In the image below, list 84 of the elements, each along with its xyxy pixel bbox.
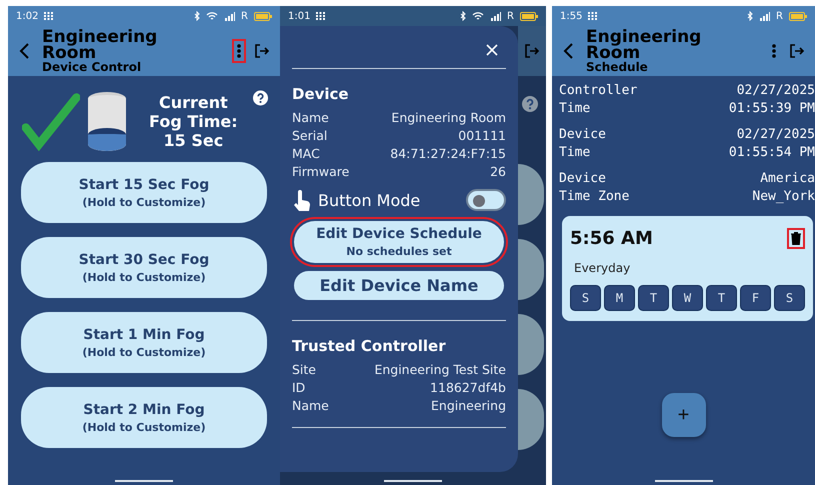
info-label: Time xyxy=(559,100,592,118)
battery-icon xyxy=(254,12,272,20)
network-label: R xyxy=(776,10,783,22)
bluetooth-icon xyxy=(747,11,754,21)
screen-subtitle: Schedule xyxy=(586,60,649,74)
info-label: MAC xyxy=(292,145,320,163)
signal-icon xyxy=(490,12,502,20)
signal-icon xyxy=(224,12,236,20)
fog-button[interactable]: Start 30 Sec Fog (Hold to Customize) xyxy=(21,237,267,298)
section-title: Device xyxy=(292,85,350,103)
info-value: 001111 xyxy=(458,127,506,145)
signal-icon xyxy=(759,12,770,20)
clock-time: 1:02 xyxy=(16,10,38,22)
close-icon[interactable] xyxy=(486,44,498,56)
edit-name-button[interactable]: Edit Device Name xyxy=(294,271,504,300)
screen-title: Engineering Room xyxy=(42,28,158,60)
fog-button[interactable]: Start 2 Min Fog (Hold to Customize) xyxy=(21,387,267,448)
battery-icon xyxy=(520,12,538,20)
info-value: 26 xyxy=(490,163,506,181)
logout-icon[interactable] xyxy=(524,43,540,59)
schedule-repeat: Everyday xyxy=(574,261,632,275)
clock-time: 1:01 xyxy=(288,10,310,22)
logout-icon[interactable] xyxy=(254,43,270,59)
day-toggle[interactable]: M xyxy=(604,285,635,311)
schedule-time: 5:56 AM xyxy=(570,228,653,249)
fog-button[interactable]: Start 1 Min Fog (Hold to Customize) xyxy=(21,312,267,373)
info-label: Device xyxy=(559,170,607,188)
clock-time: 1:55 xyxy=(560,10,582,22)
bluetooth-icon xyxy=(460,11,466,21)
day-toggle[interactable]: S xyxy=(570,285,601,311)
info-label: Site xyxy=(292,361,316,379)
hand-pointer-icon xyxy=(292,189,312,211)
dimmed-button-edge xyxy=(518,239,544,300)
toggle-label: Button Mode xyxy=(318,190,422,210)
button-mode-toggle[interactable] xyxy=(466,189,506,211)
battery-icon xyxy=(789,12,807,20)
fog-button[interactable]: Start 15 Sec Fog (Hold to Customize) xyxy=(21,162,267,223)
info-label: Device xyxy=(559,126,606,144)
info-label: Serial xyxy=(292,127,328,145)
info-value: 01:55:39 PM xyxy=(728,100,815,118)
dots-grid-icon xyxy=(44,12,54,20)
info-value: 84:71:27:24:F7:15 xyxy=(390,145,506,163)
info-label: ID xyxy=(292,379,306,397)
dots-grid-icon xyxy=(588,12,598,20)
info-value: Engineering Test Site xyxy=(374,361,506,379)
info-value: 02/27/2025 xyxy=(736,126,815,144)
dimmed-button-edge xyxy=(518,164,544,225)
screen-title: Engineering Room xyxy=(586,28,702,60)
screen-subtitle: Device Control xyxy=(42,60,142,74)
day-toggle[interactable]: T xyxy=(638,285,669,311)
info-label: Firmware xyxy=(292,163,350,181)
info-label: Time Zone xyxy=(559,188,630,206)
bluetooth-icon xyxy=(194,11,200,21)
fog-time-value: 15 Sec xyxy=(162,130,224,150)
back-icon[interactable] xyxy=(18,42,30,60)
network-label: R xyxy=(241,10,248,22)
help-icon xyxy=(522,96,538,112)
menu-icon[interactable] xyxy=(771,43,777,59)
fog-time-label: Current Fog Time: xyxy=(148,92,239,130)
info-value: 01:55:54 PM xyxy=(728,144,815,162)
info-value: 118627df4b xyxy=(430,379,506,397)
info-value: Engineering xyxy=(431,397,506,415)
day-toggle[interactable]: S xyxy=(774,285,805,311)
dots-grid-icon xyxy=(316,12,326,20)
network-label: R xyxy=(507,10,514,22)
back-icon[interactable] xyxy=(562,42,574,60)
info-label: Name xyxy=(292,109,329,127)
add-button[interactable]: + xyxy=(662,393,706,437)
day-toggle[interactable]: W xyxy=(672,285,703,311)
info-value: New_York xyxy=(752,188,815,206)
info-value: Engineering Room xyxy=(391,109,506,127)
info-value: America xyxy=(760,170,815,188)
info-label: Name xyxy=(292,397,329,415)
dimmed-button-edge xyxy=(518,389,544,450)
section-title: Trusted Controller xyxy=(292,337,447,355)
info-value: 02/27/2025 xyxy=(736,82,815,100)
day-toggle[interactable]: T xyxy=(706,285,737,311)
edit-schedule-button[interactable]: Edit Device Schedule No schedules set xyxy=(294,221,504,263)
day-toggle[interactable]: F xyxy=(740,285,771,311)
info-label: Controller xyxy=(559,82,638,100)
dimmed-button-edge xyxy=(518,314,544,375)
help-icon xyxy=(252,90,268,106)
logout-icon[interactable] xyxy=(789,43,805,59)
info-label: Time xyxy=(559,144,592,162)
